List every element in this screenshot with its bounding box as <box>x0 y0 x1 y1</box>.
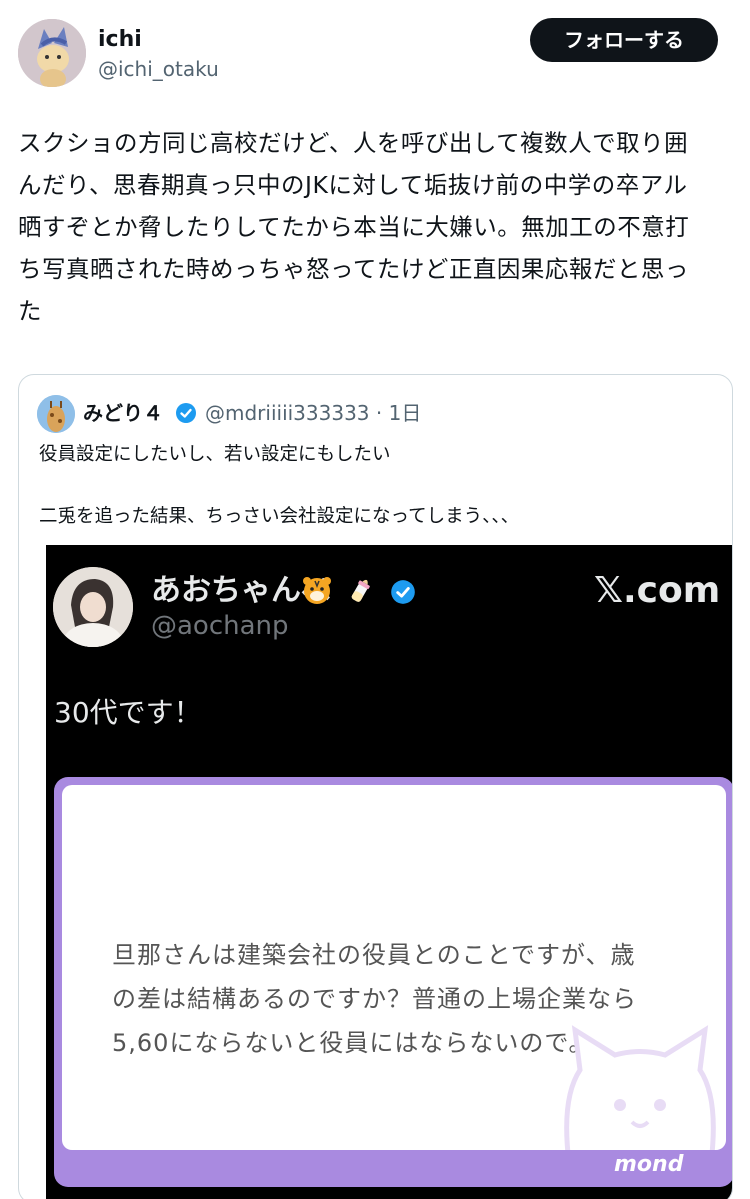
quoted-text-line: 役員設定にしたいし、若い設定にもしたい <box>39 444 391 465</box>
cat-avatar-icon <box>18 19 86 87</box>
quoted-media-image[interactable]: あおちゃんぺ @aochanp 𝕏.com 30代です！ 旦那さんは建築会社の役… <box>46 545 732 1199</box>
follow-button[interactable]: フォローする <box>530 18 718 62</box>
tiger-emoji-icon <box>303 577 331 604</box>
quoted-text-line: 二兎を追った結果、ちっさい会社設定になってしまう、、、 <box>39 506 520 527</box>
quoted-display-name[interactable]: みどり４ <box>83 399 163 427</box>
quoted-avatar[interactable] <box>37 395 75 433</box>
quoted-tweet[interactable]: みどり４ @mdriiiii333333 · 1日 役員設定にしたいし、若い設定… <box>18 374 733 1199</box>
tweet-line: た <box>18 297 42 325</box>
cat-watermark-icon <box>564 1025 716 1150</box>
verified-badge-icon <box>391 580 415 604</box>
screenshot-handle: @aochanp <box>151 611 289 641</box>
screenshot-avatar <box>53 567 133 647</box>
quoted-handle-time[interactable]: @mdriiiii333333 · 1日 <box>205 399 421 427</box>
woman-avatar-icon <box>53 567 133 647</box>
x-logo-text: 𝕏.com <box>594 570 721 611</box>
author-display-name[interactable]: ichi <box>98 26 142 54</box>
tweet-header: ichi @ichi_otaku フォローする <box>0 0 750 100</box>
giraffe-avatar-icon <box>37 395 75 433</box>
verified-badge-icon <box>176 403 196 423</box>
question-card-inner: 旦那さんは建築会社の役員とのことですが、歳 の差は結構あるのですか？普通の上場企… <box>62 785 726 1150</box>
baby-bottle-emoji-icon <box>351 579 370 602</box>
author-avatar[interactable] <box>18 19 86 87</box>
tweet-line: スクショの方同じ高校だけど、人を呼び出して複数人で取り囲 <box>18 129 689 157</box>
mond-logo: mond <box>614 1152 684 1177</box>
author-handle[interactable]: @ichi_otaku <box>98 56 219 82</box>
tweet-line: 晒すぞとか脅したりしてたから本当に大嫌い。無加工の不意打 <box>18 213 690 241</box>
question-card: 旦那さんは建築会社の役員とのことですが、歳 の差は結構あるのですか？普通の上場企… <box>54 777 732 1187</box>
tweet-line: ち写真晒された時めっちゃ怒ってたけど正直因果応報だと思っ <box>18 255 689 283</box>
tweet-text: スクショの方同じ高校だけど、人を呼び出して複数人で取り囲 んだり、思春期真っ只中… <box>18 122 732 332</box>
question-line: 旦那さんは建築会社の役員とのことですが、歳 <box>112 941 636 969</box>
tweet-line: んだり、思春期真っ只中のJKに対して垢抜け前の中学の卒アル <box>18 171 688 199</box>
screenshot-body-text: 30代です！ <box>54 696 202 729</box>
